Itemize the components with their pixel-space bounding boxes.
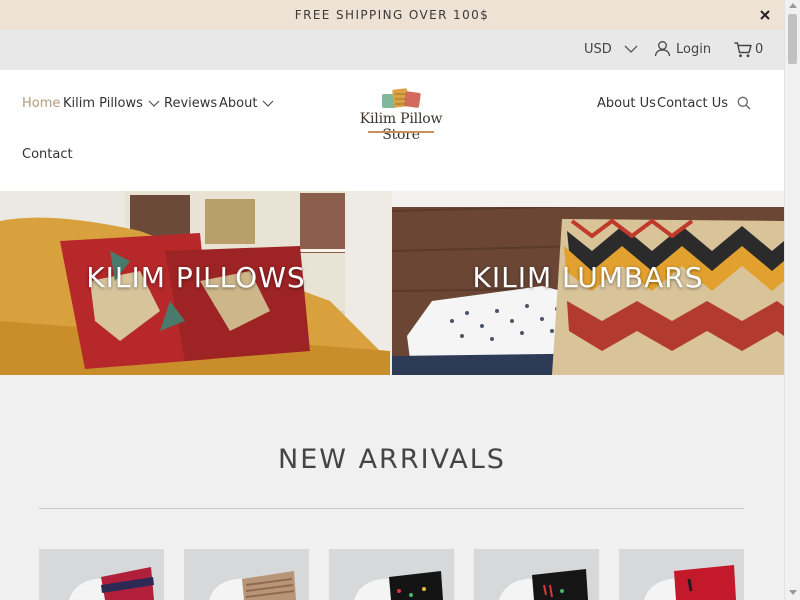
nav-home[interactable]: Home <box>22 96 60 111</box>
login-link[interactable]: Login <box>676 30 711 70</box>
chevron-down-icon <box>148 100 160 107</box>
nav-contact-us[interactable]: Contact Us <box>657 96 728 111</box>
nav-label: Kilim Pillows <box>63 96 143 111</box>
nav-label: Home <box>22 96 61 111</box>
banner-kilim-pillows[interactable]: KILIM PILLOWS <box>0 191 392 375</box>
cart-icon <box>734 42 752 58</box>
product-card[interactable] <box>39 549 164 600</box>
nav-label: About <box>219 96 258 111</box>
nav-reviews[interactable]: Reviews <box>164 96 217 111</box>
logo-underline <box>368 131 434 133</box>
store-logo[interactable]: Kilim Pillow Store <box>348 86 454 143</box>
chevron-down-icon <box>263 100 274 107</box>
currency-selector[interactable]: USD <box>584 30 612 70</box>
nav-label: Contact Us <box>657 96 728 111</box>
nav-label: Contact <box>22 147 73 162</box>
pillow-stack-logo-mark <box>382 88 421 108</box>
banner-title: KILIM LUMBARS <box>472 261 704 294</box>
product-card[interactable] <box>474 549 599 600</box>
nav-label: About Us <box>597 96 656 111</box>
cart-count: 0 <box>755 42 764 57</box>
logo-text: Kilim Pillow Store <box>359 111 443 143</box>
product-image <box>474 549 599 600</box>
product-card[interactable] <box>184 549 309 600</box>
site-header: Home Kilim Pillows Reviews About Contact… <box>0 70 784 191</box>
product-image <box>329 549 454 600</box>
scroll-down-arrow[interactable] <box>789 590 797 595</box>
product-image <box>39 549 164 600</box>
product-image <box>619 549 744 600</box>
banner-kilim-lumbars[interactable]: KILIM LUMBARS <box>392 191 784 375</box>
scrollbar[interactable] <box>784 0 800 600</box>
user-icon[interactable] <box>654 40 671 57</box>
nav-about[interactable]: About <box>219 96 274 111</box>
product-card[interactable] <box>329 549 454 600</box>
page: FREE SHIPPING OVER 100$ USD Login 0 Home <box>0 0 800 600</box>
section-title: NEW ARRIVALS <box>278 444 506 475</box>
nav-about-us[interactable]: About Us <box>597 96 656 111</box>
nav-label: Reviews <box>164 96 218 111</box>
banner-title: KILIM PILLOWS <box>86 261 306 294</box>
chevron-down-icon[interactable] <box>624 44 638 54</box>
close-icon[interactable] <box>756 6 774 24</box>
utility-bar: USD Login 0 <box>0 30 784 70</box>
section-divider <box>39 508 744 509</box>
announcement-text: FREE SHIPPING OVER 100$ <box>294 8 490 22</box>
scroll-up-arrow[interactable] <box>789 3 797 8</box>
search-icon[interactable] <box>737 96 751 110</box>
product-image <box>184 549 309 600</box>
scrollbar-thumb[interactable] <box>788 14 797 64</box>
nav-contact[interactable]: Contact <box>22 147 73 162</box>
announcement-bar: FREE SHIPPING OVER 100$ <box>0 0 784 30</box>
nav-kilim-pillows[interactable]: Kilim Pillows <box>63 96 160 111</box>
product-card[interactable] <box>619 549 744 600</box>
